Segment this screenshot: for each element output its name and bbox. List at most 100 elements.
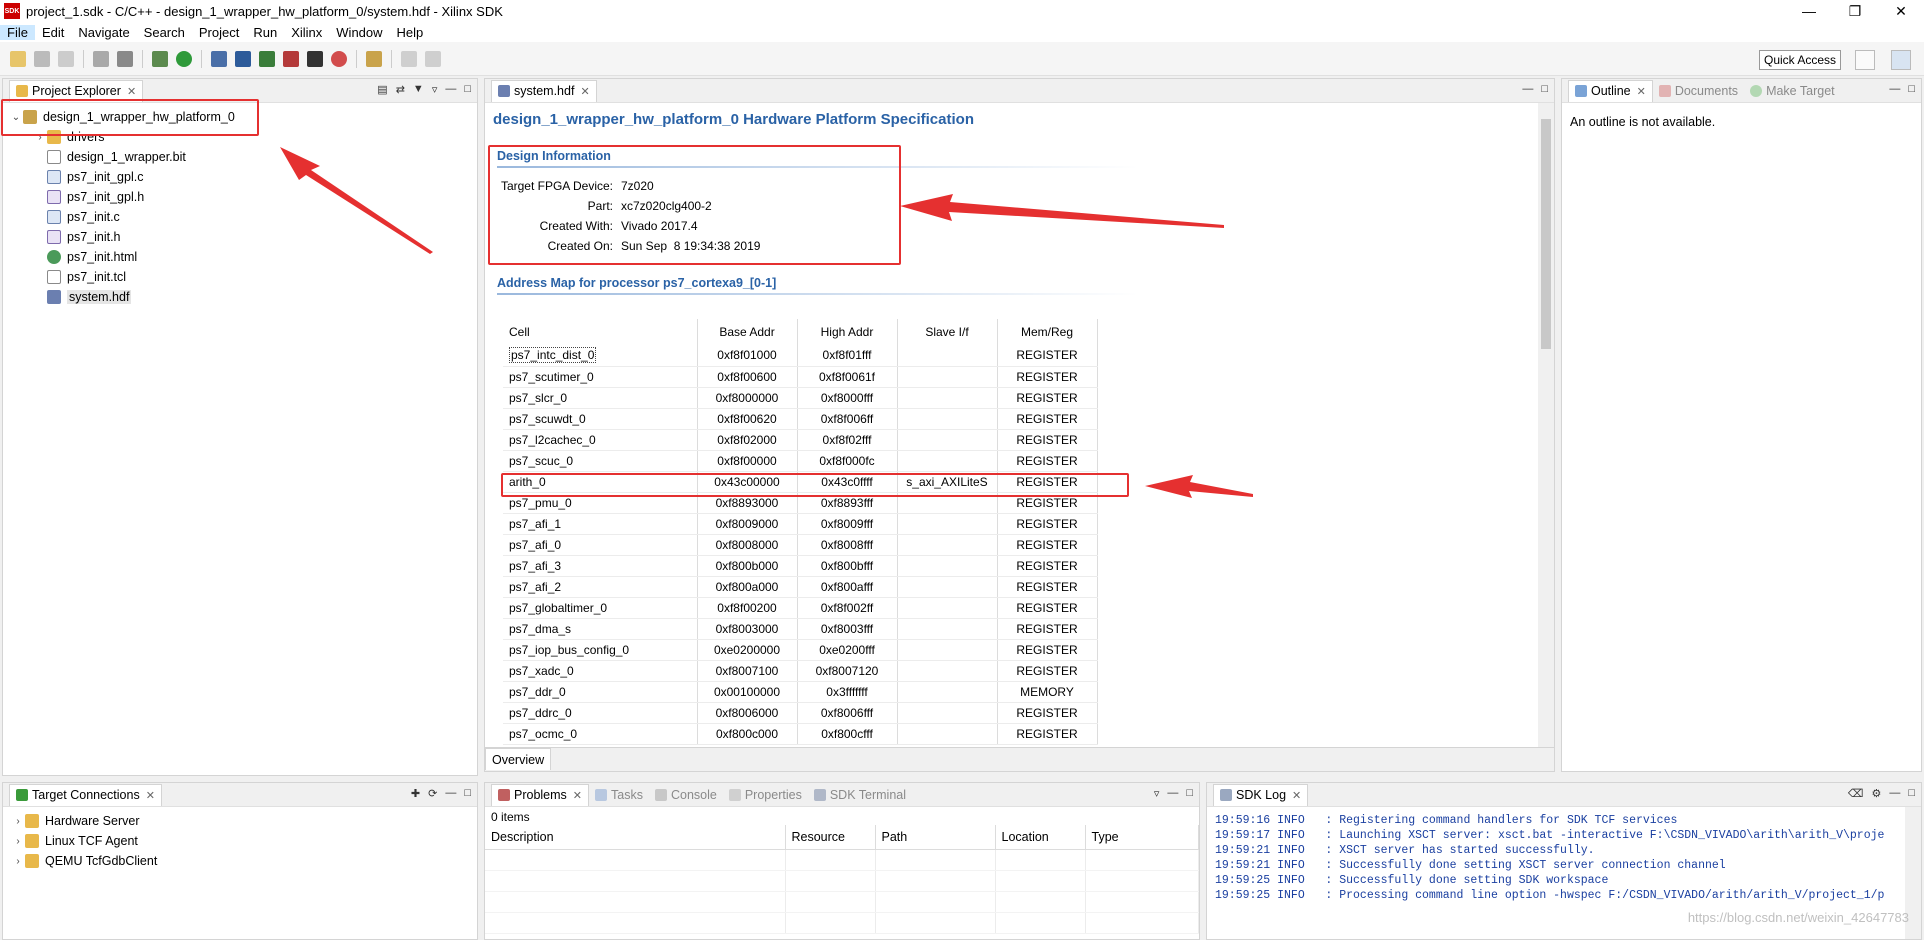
cell-name[interactable]: ps7_iop_bus_config_0 <box>503 639 698 661</box>
target-qemu[interactable]: › QEMU TcfGdbClient <box>3 851 477 871</box>
sdk-tool-icon[interactable] <box>259 50 275 67</box>
menu-help[interactable]: Help <box>390 25 431 40</box>
editor-scrollbar[interactable] <box>1538 103 1554 747</box>
tab-sdk-terminal[interactable]: SDK Terminal <box>808 784 912 806</box>
record-icon[interactable] <box>331 50 347 67</box>
menu-navigate[interactable]: Navigate <box>71 25 136 40</box>
cell-name[interactable]: ps7_slcr_0 <box>503 387 698 409</box>
tree-item-bit[interactable]: design_1_wrapper.bit <box>3 147 477 167</box>
column-header[interactable]: Path <box>875 825 996 850</box>
tab-project-explorer[interactable]: Project Explorer ✕ <box>9 79 144 102</box>
tree-item-ps7-init-html[interactable]: ps7_init.html <box>3 247 477 267</box>
tree-item-drivers[interactable]: › drivers <box>3 127 477 147</box>
close-icon[interactable]: ✕ <box>146 789 155 802</box>
settings-icon[interactable] <box>93 50 109 67</box>
open-perspective-icon[interactable] <box>1855 50 1875 70</box>
target-hardware-server[interactable]: › Hardware Server <box>3 811 477 831</box>
save-all-icon[interactable] <box>58 50 74 67</box>
tree-item-ps7-init-h[interactable]: ps7_init.h <box>3 227 477 247</box>
scrollbar-thumb[interactable] <box>1541 119 1551 349</box>
column-header[interactable]: Location <box>995 825 1086 850</box>
menu-file[interactable]: File <box>0 24 35 40</box>
tab-problems[interactable]: Problems ✕ <box>491 783 590 806</box>
cell-name[interactable]: ps7_globaltimer_0 <box>503 597 698 619</box>
menu-search[interactable]: Search <box>137 25 192 40</box>
cell-name[interactable]: ps7_afi_1 <box>503 513 698 535</box>
cell-name[interactable]: ps7_ocmc_0 <box>503 723 698 745</box>
cell-name[interactable]: ps7_afi_3 <box>503 555 698 577</box>
maximize-view-icon[interactable]: □ <box>464 83 471 96</box>
tree-item-ps7-init-gpl-c[interactable]: ps7_init_gpl.c <box>3 167 477 187</box>
save-icon[interactable] <box>34 50 50 67</box>
refresh-icon[interactable]: ⟳ <box>428 787 437 800</box>
cell-name[interactable]: ps7_afi_0 <box>503 534 698 556</box>
log-settings-icon[interactable]: ⚙ <box>1871 787 1881 800</box>
minimize-view-icon[interactable]: — <box>1889 787 1900 800</box>
minimize-view-icon[interactable]: — <box>445 83 456 96</box>
close-icon[interactable]: ✕ <box>580 85 589 98</box>
cpp-perspective-icon[interactable] <box>1891 50 1911 70</box>
quick-access-input[interactable]: Quick Access <box>1759 50 1841 70</box>
tab-outline[interactable]: Outline ✕ <box>1568 79 1653 102</box>
maximize-view-icon[interactable]: □ <box>1186 787 1193 800</box>
close-icon[interactable]: ✕ <box>573 789 582 802</box>
flash-icon[interactable] <box>283 50 299 67</box>
maximize-view-icon[interactable]: □ <box>1908 83 1915 95</box>
chevron-right-icon[interactable]: › <box>33 132 47 143</box>
minimize-view-icon[interactable]: — <box>1889 83 1900 95</box>
tab-make-target[interactable]: Make Target <box>1744 80 1841 102</box>
cell-name[interactable]: ps7_ddrc_0 <box>503 702 698 724</box>
chevron-down-icon[interactable]: ⌄ <box>9 112 23 123</box>
close-button[interactable]: ✕ <box>1878 0 1924 22</box>
back-icon[interactable] <box>401 50 417 67</box>
tab-console[interactable]: Console <box>649 784 723 806</box>
maximize-view-icon[interactable]: □ <box>1908 787 1915 800</box>
tree-root[interactable]: ⌄ design_1_wrapper_hw_platform_0 <box>3 107 477 127</box>
minimize-view-icon[interactable]: — <box>445 787 456 800</box>
clear-log-icon[interactable]: ⌫ <box>1848 787 1864 800</box>
forward-icon[interactable] <box>425 50 441 67</box>
menu-edit[interactable]: Edit <box>35 25 71 40</box>
new-icon[interactable] <box>10 50 26 67</box>
close-icon[interactable]: ✕ <box>127 85 136 98</box>
minimize-view-icon[interactable]: — <box>1522 83 1533 95</box>
chevron-right-icon[interactable]: › <box>11 836 25 847</box>
target-linux-tcf-agent[interactable]: › Linux TCF Agent <box>3 831 477 851</box>
collapse-all-icon[interactable]: ▤ <box>377 83 387 96</box>
tab-sdk-log[interactable]: SDK Log ✕ <box>1213 783 1309 806</box>
xsct-console-icon[interactable] <box>235 50 251 67</box>
cell-name[interactable]: ps7_afi_2 <box>503 576 698 598</box>
chevron-right-icon[interactable]: › <box>11 816 25 827</box>
tab-documents[interactable]: Documents <box>1653 80 1744 102</box>
run-icon[interactable] <box>176 50 192 67</box>
cell-name[interactable]: ps7_dma_s <box>503 618 698 640</box>
cell-name[interactable]: ps7_ddr_0 <box>503 681 698 703</box>
chevron-right-icon[interactable]: › <box>11 856 25 867</box>
cell-name[interactable]: ps7_scuc_0 <box>503 450 698 472</box>
cell-name[interactable]: ps7_scutimer_0 <box>503 366 698 388</box>
menu-project[interactable]: Project <box>192 25 246 40</box>
column-header[interactable]: Resource <box>785 825 876 850</box>
close-icon[interactable]: ✕ <box>1292 789 1301 802</box>
menu-run[interactable]: Run <box>246 25 284 40</box>
cell-name[interactable]: ps7_xadc_0 <box>503 660 698 682</box>
cell-name[interactable]: arith_0 <box>503 471 698 493</box>
build-icon[interactable] <box>117 50 133 67</box>
link-editor-icon[interactable]: ⇄ <box>396 83 405 96</box>
menu-xilinx[interactable]: Xilinx <box>284 25 329 40</box>
terminal-icon[interactable] <box>307 50 323 67</box>
view-menu-icon[interactable]: ▿ <box>432 83 438 96</box>
program-fpga-icon[interactable] <box>211 50 227 67</box>
tree-item-ps7-init-tcl[interactable]: ps7_init.tcl <box>3 267 477 287</box>
cell-name[interactable]: ps7_scuwdt_0 <box>503 408 698 430</box>
filter-icon[interactable]: ▼ <box>413 83 424 96</box>
tab-properties[interactable]: Properties <box>723 784 808 806</box>
tab-system-hdf[interactable]: system.hdf ✕ <box>491 79 597 102</box>
maximize-view-icon[interactable]: □ <box>1541 83 1548 95</box>
close-icon[interactable]: ✕ <box>1637 85 1646 98</box>
cell-name[interactable]: ps7_intc_dist_0 <box>503 345 698 367</box>
column-header[interactable]: Description <box>485 825 786 850</box>
tab-target-connections[interactable]: Target Connections ✕ <box>9 783 162 806</box>
cell-name[interactable]: ps7_pmu_0 <box>503 492 698 514</box>
minimize-button[interactable]: — <box>1786 0 1832 22</box>
